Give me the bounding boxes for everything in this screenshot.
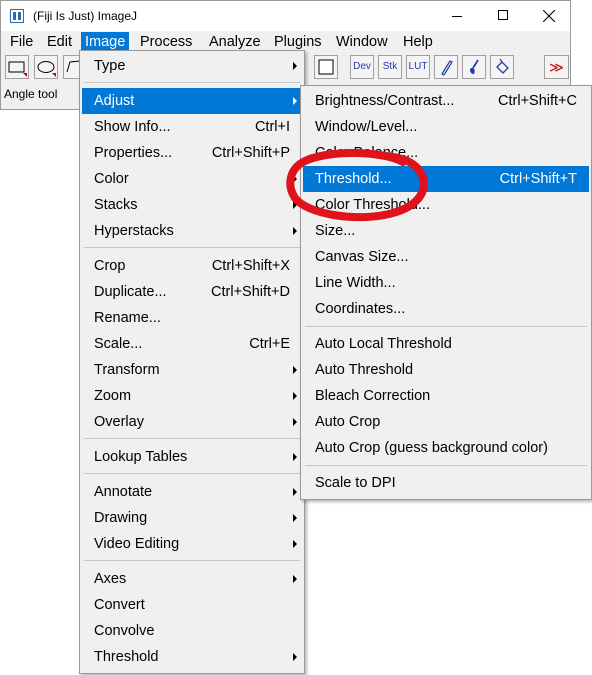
rectangle-tool[interactable]	[5, 55, 29, 79]
menu-image[interactable]: Image	[81, 32, 130, 52]
image-menu-item-video-editing[interactable]: Video Editing	[82, 531, 302, 557]
flood-fill-tool[interactable]	[490, 55, 514, 79]
image-menu-item-duplicate[interactable]: Duplicate... Ctrl+Shift+D	[82, 279, 302, 305]
adjust-item-color-balance[interactable]: Color Balance...	[303, 140, 589, 166]
image-menu-item-properties[interactable]: Properties... Ctrl+Shift+P	[82, 140, 302, 166]
menu-edit[interactable]: Edit	[43, 32, 76, 52]
menu-window[interactable]: Window	[332, 32, 392, 52]
stack-menu-tool[interactable]: Stk	[378, 55, 402, 79]
adjust-submenu: Brightness/Contrast... Ctrl+Shift+C Wind…	[300, 85, 592, 500]
paint-bucket-icon	[496, 58, 509, 74]
image-menu-item-axes[interactable]: Axes	[82, 566, 302, 592]
developer-menu-tool[interactable]: Dev	[350, 55, 374, 79]
menu-plugins[interactable]: Plugins	[270, 32, 326, 52]
color-picker-tool[interactable]	[314, 55, 338, 79]
menu-analyze[interactable]: Analyze	[205, 32, 265, 52]
oval-tool[interactable]	[34, 55, 58, 79]
adjust-item-canvas-size[interactable]: Canvas Size...	[303, 244, 589, 270]
adjust-item-threshold[interactable]: Threshold... Ctrl+Shift+T	[303, 166, 589, 192]
adjust-item-brightness-contrast[interactable]: Brightness/Contrast... Ctrl+Shift+C	[303, 88, 589, 114]
more-tools-button[interactable]: ≫	[544, 55, 569, 79]
menu-separator	[84, 82, 300, 83]
menu-separator	[84, 473, 300, 474]
image-menu-item-scale[interactable]: Scale... Ctrl+E	[82, 331, 302, 357]
adjust-item-line-width[interactable]: Line Width...	[303, 270, 589, 296]
lut-menu-tool[interactable]: LUT	[406, 55, 430, 79]
image-menu-item-stacks[interactable]: Stacks	[82, 192, 302, 218]
paintbrush-tool[interactable]	[462, 55, 486, 79]
image-menu-item-adjust[interactable]: Adjust	[82, 88, 302, 114]
minimize-button[interactable]	[435, 1, 480, 31]
adjust-item-auto-crop[interactable]: Auto Crop	[303, 409, 589, 435]
menu-separator	[84, 438, 300, 439]
image-menu-item-show-info[interactable]: Show Info... Ctrl+I	[82, 114, 302, 140]
paintbrush-icon	[470, 59, 479, 74]
image-menu-item-lookup-tables[interactable]: Lookup Tables	[82, 444, 302, 470]
pencil-tool[interactable]	[434, 55, 458, 79]
pencil-icon	[441, 60, 453, 76]
adjust-item-auto-threshold[interactable]: Auto Threshold	[303, 357, 589, 383]
maximize-button[interactable]	[481, 1, 526, 31]
image-menu-item-annotate[interactable]: Annotate	[82, 479, 302, 505]
adjust-item-coordinates[interactable]: Coordinates...	[303, 296, 589, 322]
image-menu: Type Adjust Show Info... Ctrl+I Properti…	[79, 50, 305, 674]
image-menu-item-overlay[interactable]: Overlay	[82, 409, 302, 435]
image-menu-item-rename[interactable]: Rename...	[82, 305, 302, 331]
adjust-item-bleach-correction[interactable]: Bleach Correction	[303, 383, 589, 409]
image-menu-item-zoom[interactable]: Zoom	[82, 383, 302, 409]
adjust-item-scale-to-dpi[interactable]: Scale to DPI	[303, 470, 589, 496]
menu-separator	[84, 247, 300, 248]
image-menu-item-crop[interactable]: Crop Ctrl+Shift+X	[82, 253, 302, 279]
status-bar-text: Angle tool	[4, 87, 58, 101]
image-menu-item-threshold[interactable]: Threshold	[82, 644, 302, 670]
image-menu-item-convolve[interactable]: Convolve	[82, 618, 302, 644]
menu-help[interactable]: Help	[399, 32, 437, 52]
adjust-item-size[interactable]: Size...	[303, 218, 589, 244]
image-menu-item-hyperstacks[interactable]: Hyperstacks	[82, 218, 302, 244]
title-bar[interactable]: (Fiji Is Just) ImageJ	[1, 1, 570, 31]
adjust-item-color-threshold[interactable]: Color Threshold...	[303, 192, 589, 218]
imagej-app-icon	[10, 9, 24, 23]
image-menu-item-transform[interactable]: Transform	[82, 357, 302, 383]
menu-separator	[84, 560, 300, 561]
image-menu-item-type[interactable]: Type	[82, 53, 302, 79]
image-menu-item-drawing[interactable]: Drawing	[82, 505, 302, 531]
adjust-item-auto-local-threshold[interactable]: Auto Local Threshold	[303, 331, 589, 357]
adjust-item-auto-crop-guess-background[interactable]: Auto Crop (guess background color)	[303, 435, 589, 461]
image-menu-item-color[interactable]: Color	[82, 166, 302, 192]
menu-file[interactable]: File	[6, 32, 37, 52]
menu-separator	[305, 465, 587, 466]
window-title: (Fiji Is Just) ImageJ	[33, 9, 138, 23]
close-button[interactable]	[527, 1, 572, 31]
image-menu-item-convert[interactable]: Convert	[82, 592, 302, 618]
color-swatch-icon	[318, 59, 334, 75]
menu-process[interactable]: Process	[136, 32, 196, 52]
adjust-item-window-level[interactable]: Window/Level...	[303, 114, 589, 140]
close-icon	[543, 10, 555, 22]
menu-separator	[305, 326, 587, 327]
